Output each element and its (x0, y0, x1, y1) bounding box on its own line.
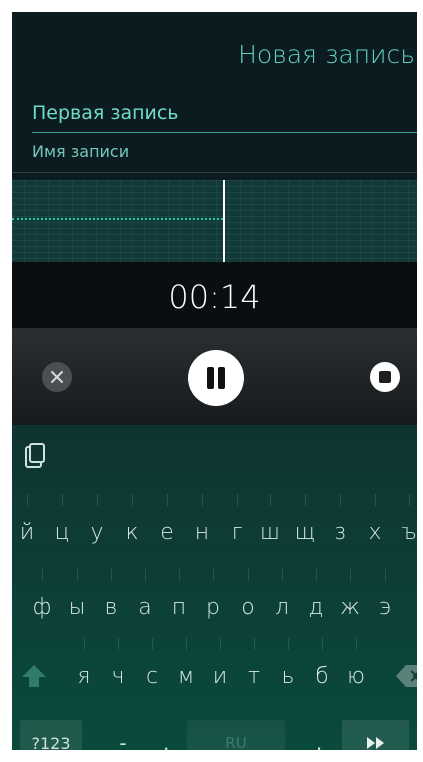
key-л[interactable]: л (264, 569, 300, 631)
key-dash[interactable]: - (108, 720, 138, 750)
key-й[interactable]: й (12, 494, 45, 556)
key-у[interactable]: у (79, 494, 115, 556)
key-э[interactable]: э (367, 569, 403, 631)
backspace-icon (396, 665, 417, 687)
key-х[interactable]: х (357, 494, 393, 556)
header: Новая запись Первая запись Имя записи (12, 12, 417, 180)
page-title: Новая запись (238, 40, 415, 69)
key-ы[interactable]: ы (59, 569, 95, 631)
key-м[interactable]: м (168, 638, 204, 700)
recording-name-input[interactable]: Первая запись (32, 102, 179, 124)
clipboard-icon[interactable] (24, 443, 46, 469)
key-и[interactable]: и (202, 638, 238, 700)
key-т[interactable]: т (236, 638, 272, 700)
space-key[interactable]: RU (187, 720, 285, 750)
key-щ[interactable]: щ (287, 494, 323, 556)
key-о[interactable]: о (230, 569, 266, 631)
shift-icon (22, 665, 46, 687)
virtual-keyboard: й ц у к е н г ш щ з х ъ ф ы в а п р о л … (12, 425, 417, 750)
key-а[interactable]: а (127, 569, 163, 631)
recorder-screen: Новая запись Первая запись Имя записи 00… (12, 12, 417, 750)
key-ь[interactable]: ь (270, 638, 306, 700)
key-я[interactable]: я (66, 638, 102, 700)
close-icon (51, 371, 63, 383)
key-г[interactable]: г (219, 494, 255, 556)
key-к[interactable]: к (114, 494, 150, 556)
key-с[interactable]: с (134, 638, 170, 700)
key-period[interactable]: . (304, 720, 334, 750)
recording-name-label: Имя записи (32, 142, 130, 161)
key-row-2: ф ы в а п р о л д ж э (12, 569, 417, 631)
key-ш[interactable]: ш (252, 494, 288, 556)
cancel-button[interactable] (42, 362, 72, 392)
key-п[interactable]: п (161, 569, 197, 631)
recording-controls (12, 328, 417, 425)
key-б[interactable]: б (304, 638, 340, 700)
backspace-key[interactable] (396, 652, 417, 700)
shift-key[interactable] (14, 652, 54, 700)
key-ю[interactable]: ю (338, 638, 374, 700)
timer-band: 00:14 (12, 262, 417, 328)
key-ж[interactable]: ж (332, 569, 368, 631)
pause-icon (207, 367, 225, 389)
symbols-key[interactable]: ?123 (20, 720, 82, 750)
fast-forward-icon (366, 737, 384, 749)
key-comma[interactable]: , (151, 720, 181, 750)
pause-button[interactable] (188, 350, 244, 406)
waveform (12, 180, 417, 262)
key-н[interactable]: н (184, 494, 220, 556)
input-underline (32, 132, 417, 133)
key-з[interactable]: з (322, 494, 358, 556)
stop-button[interactable] (370, 362, 400, 392)
playhead (223, 180, 225, 262)
enter-key[interactable] (342, 720, 409, 750)
key-row-1: й ц у к е н г ш щ з х ъ (12, 494, 417, 556)
key-ф[interactable]: ф (24, 569, 60, 631)
key-е[interactable]: е (149, 494, 185, 556)
key-р[interactable]: р (195, 569, 231, 631)
divider (12, 172, 417, 173)
key-row-bottom: ?123 - , RU . (12, 720, 417, 750)
key-в[interactable]: в (93, 569, 129, 631)
elapsed-time: 00:14 (168, 278, 261, 316)
stop-icon (379, 371, 391, 383)
waveform-trace (12, 218, 223, 220)
key-д[interactable]: д (298, 569, 334, 631)
key-ц[interactable]: ц (44, 494, 80, 556)
key-ч[interactable]: ч (100, 638, 136, 700)
recording-name-field[interactable]: Первая запись (32, 96, 417, 136)
key-row-3: я ч с м и т ь б ю (12, 638, 417, 700)
key-ъ[interactable]: ъ (391, 494, 417, 556)
